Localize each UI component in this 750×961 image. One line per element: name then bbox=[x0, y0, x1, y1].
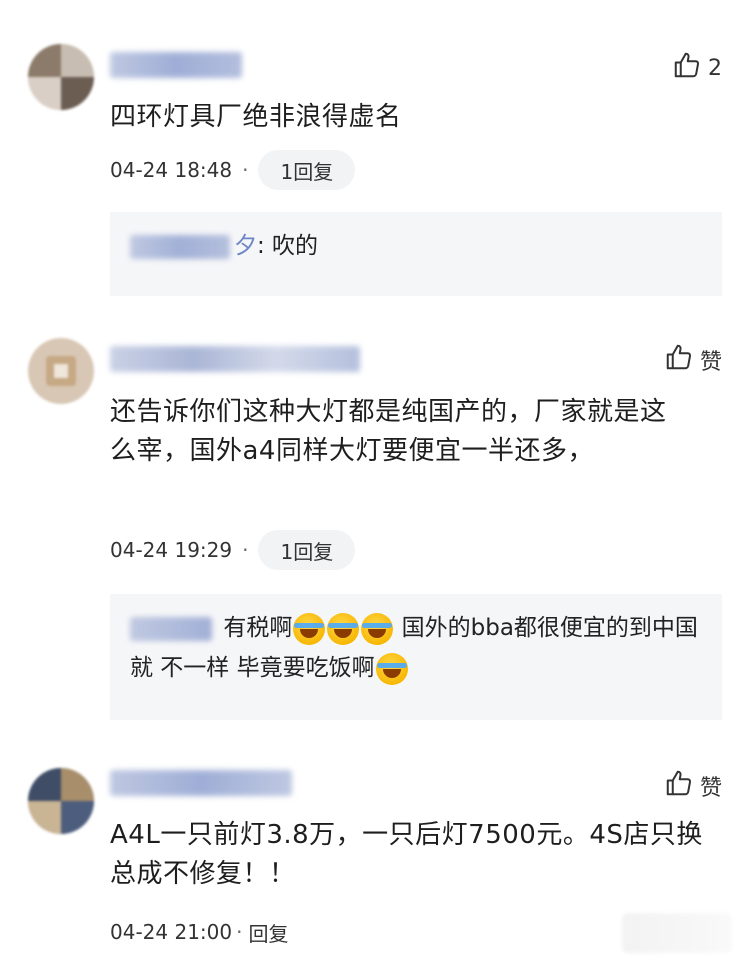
comment-3: 赞 A4L一只前灯3.8万，一只后灯7500元。4S店只换总成不修复！！ 04-… bbox=[0, 0, 750, 961]
like-label: 赞 bbox=[699, 776, 722, 801]
watermark bbox=[622, 913, 732, 953]
separator: · bbox=[236, 920, 243, 944]
username[interactable] bbox=[110, 770, 292, 796]
avatar[interactable] bbox=[28, 768, 94, 834]
comment-meta: 04-24 21:00 · 回复 bbox=[110, 912, 288, 952]
comment-text: A4L一只前灯3.8万，一只后灯7500元。4S店只换总成不修复！！ bbox=[110, 820, 703, 889]
thumbs-up-icon bbox=[664, 768, 694, 804]
like-button[interactable]: 赞 bbox=[664, 768, 722, 804]
timestamp: 04-24 21:00 bbox=[110, 920, 233, 944]
reply-button[interactable]: 回复 bbox=[248, 918, 288, 947]
